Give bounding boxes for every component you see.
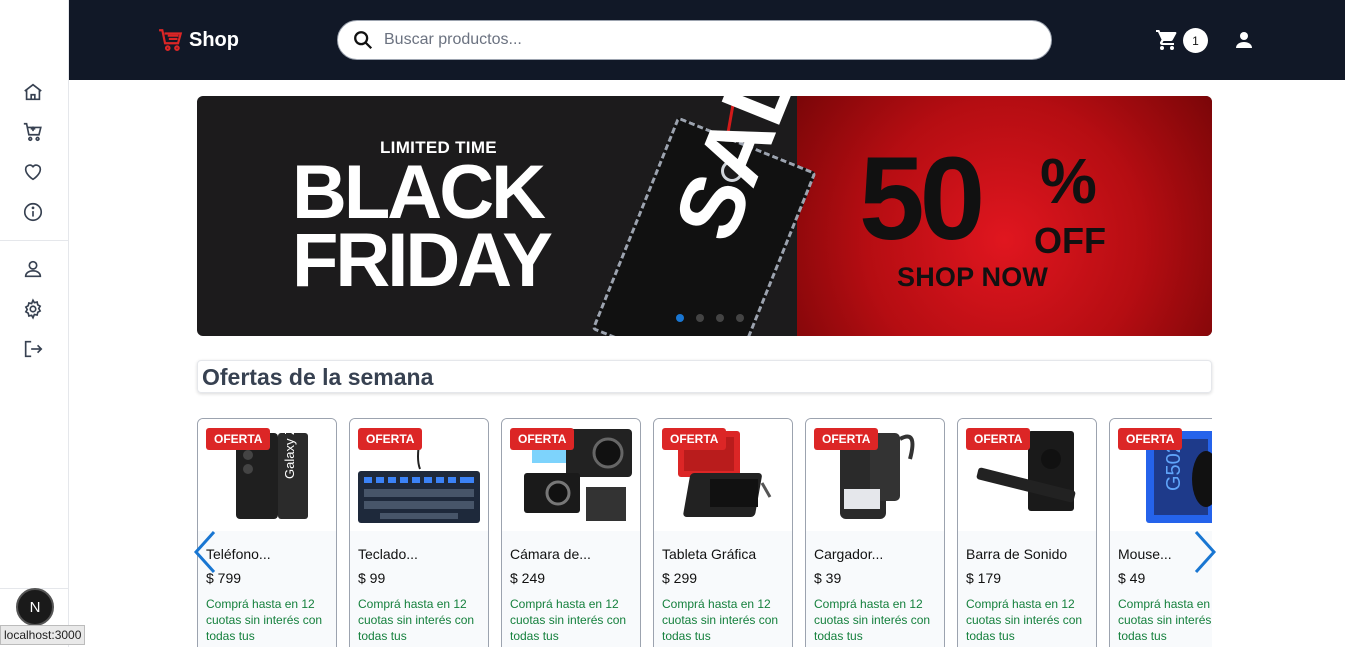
product-price: $ 99 bbox=[358, 570, 386, 586]
product-price: $ 249 bbox=[510, 570, 546, 586]
offer-badge: OFERTA bbox=[358, 428, 423, 450]
product-price: $ 179 bbox=[966, 570, 1002, 586]
cart-count-badge: 1 bbox=[1183, 28, 1208, 53]
banner-headline-line1: BLACK bbox=[292, 150, 546, 235]
product-price: $ 49 bbox=[1118, 570, 1146, 586]
product-name[interactable]: Teclado... bbox=[358, 546, 418, 562]
product-financing: Comprá hasta en 12 cuotas sin interés co… bbox=[814, 597, 931, 643]
svg-text:Galaxy Z Fold6: Galaxy Z Fold6 bbox=[282, 419, 297, 479]
banner-off: OFF bbox=[1034, 220, 1106, 261]
chevron-right-icon bbox=[1194, 530, 1217, 574]
logo[interactable]: Shop bbox=[157, 27, 239, 53]
search-bar[interactable] bbox=[337, 20, 1052, 60]
dev-badge[interactable]: N bbox=[16, 588, 54, 626]
carousel-dot[interactable] bbox=[716, 314, 724, 322]
heart-icon[interactable] bbox=[20, 159, 46, 185]
banner-percent: 50 bbox=[859, 133, 985, 265]
banner-percent-sign: % bbox=[1040, 145, 1097, 217]
banner-cta: SHOP NOW bbox=[897, 262, 1049, 292]
product-name[interactable]: Mouse... bbox=[1118, 546, 1172, 562]
offer-badge: OFERTA bbox=[206, 428, 271, 450]
header-cart-icon bbox=[1156, 30, 1177, 50]
offer-badge: OFERTA bbox=[966, 428, 1031, 450]
account-icon bbox=[1236, 32, 1252, 48]
product-name[interactable]: Tableta Gráfica bbox=[662, 546, 756, 562]
carousel-dot[interactable] bbox=[736, 314, 744, 322]
product-card[interactable]: OFERTA Tableta Gráfica $ 299 Comprá hasta e… bbox=[653, 418, 793, 647]
promo-banner[interactable]: SALE LIMITED TIME BLACK FRIDAY 50 % OFF … bbox=[197, 96, 1212, 336]
dev-badge-letter: N bbox=[29, 598, 41, 616]
logo-cart-icon bbox=[159, 29, 183, 51]
top-bar: Shop 1 bbox=[69, 0, 1345, 80]
product-price: $ 299 bbox=[662, 570, 698, 586]
gear-icon[interactable] bbox=[20, 296, 46, 322]
chevron-left-icon bbox=[193, 530, 216, 574]
banner-headline: BLACK FRIDAY bbox=[292, 150, 553, 303]
product-card[interactable]: OFERTA Teclado... $ 99 Comprá hasta en 12 c… bbox=[349, 418, 489, 647]
offer-badge: OFERTA bbox=[662, 428, 727, 450]
product-carousel: Galaxy Z Fold6 OFERTA Teléfono... $ 799 Comp… bbox=[197, 418, 1212, 647]
offer-badge: OFERTA bbox=[1118, 428, 1183, 450]
section-title: Ofertas de la semana bbox=[197, 360, 1212, 393]
product-card[interactable]: OFERTA Barra de Sonido $ 179 Comprá hasta e… bbox=[957, 418, 1097, 647]
header-cart-button[interactable] bbox=[1155, 28, 1179, 57]
offer-badge: OFERTA bbox=[510, 428, 575, 450]
carousel-prev-button[interactable] bbox=[190, 530, 220, 574]
logo-text: Shop bbox=[189, 28, 239, 51]
banner-headline-line2: FRIDAY bbox=[292, 218, 553, 303]
logout-icon[interactable] bbox=[20, 336, 46, 362]
home-icon[interactable] bbox=[20, 79, 46, 105]
info-icon[interactable] bbox=[20, 199, 46, 225]
product-name[interactable]: Cámara de... bbox=[510, 546, 591, 562]
product-name[interactable]: Cargador... bbox=[814, 546, 883, 562]
product-financing: Comprá hasta en 12 cuotas sin interés co… bbox=[358, 597, 475, 643]
carousel-next-button[interactable] bbox=[1190, 530, 1220, 574]
search-icon bbox=[354, 31, 373, 50]
product-financing: Comprá hasta en 12 cuotas sin interés co… bbox=[206, 597, 323, 643]
carousel-dots bbox=[676, 314, 744, 322]
header-account-button[interactable] bbox=[1232, 28, 1256, 57]
sidebar-divider bbox=[0, 240, 68, 241]
carousel-dot[interactable] bbox=[676, 314, 684, 322]
offer-badge: OFERTA bbox=[814, 428, 879, 450]
cart-icon[interactable] bbox=[20, 119, 46, 145]
product-price: $ 39 bbox=[814, 570, 842, 586]
product-card[interactable]: OFERTA Cargador... $ 39 Comprá hasta en 12 … bbox=[805, 418, 945, 647]
search-input[interactable] bbox=[384, 31, 984, 49]
carousel-dot[interactable] bbox=[696, 314, 704, 322]
product-card[interactable]: OFERTA Cámara de... $ 249 Comprá hasta en 1… bbox=[501, 418, 641, 647]
product-name[interactable]: Barra de Sonido bbox=[966, 546, 1067, 562]
sidebar: N bbox=[0, 0, 69, 647]
product-financing: Comprá hasta en 12 cuotas sin interés co… bbox=[510, 597, 627, 643]
user-icon[interactable] bbox=[20, 256, 46, 282]
product-financing: Comprá hasta en 12 cuotas sin interés co… bbox=[1118, 597, 1212, 643]
product-financing: Comprá hasta en 12 cuotas sin interés co… bbox=[966, 597, 1083, 643]
status-url: localhost:3000 bbox=[0, 625, 86, 645]
product-financing: Comprá hasta en 12 cuotas sin interés co… bbox=[662, 597, 779, 643]
